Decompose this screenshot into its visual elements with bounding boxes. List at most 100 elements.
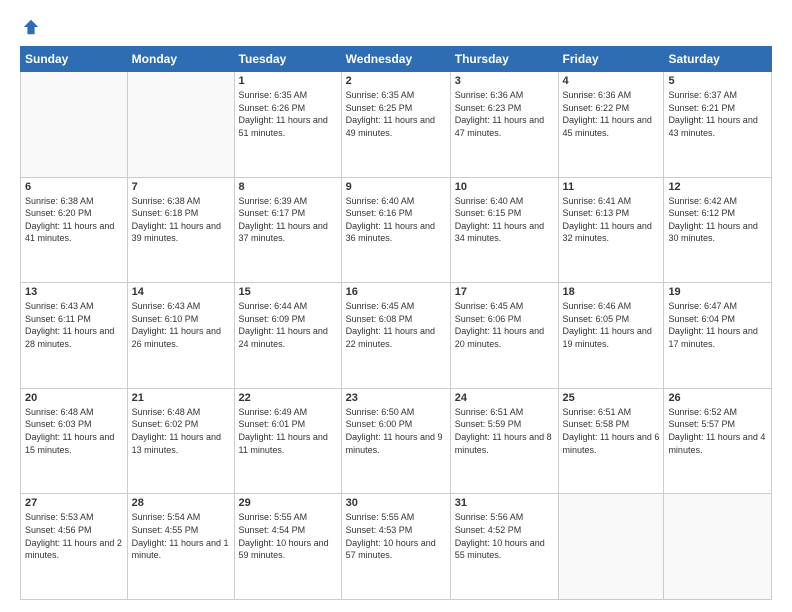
cell-info: Sunrise: 6:51 AM Sunset: 5:58 PM Dayligh… xyxy=(563,406,660,456)
col-header-saturday: Saturday xyxy=(664,47,772,72)
calendar-cell xyxy=(127,72,234,178)
calendar-cell: 22Sunrise: 6:49 AM Sunset: 6:01 PM Dayli… xyxy=(234,388,341,494)
calendar-cell: 24 Sunrise: 6:51 AM Sunset: 5:59 PM Dayli… xyxy=(450,388,558,494)
week-row-3: 20 Sunrise: 6:48 AM Sunset: 6:03 PM Dayli… xyxy=(21,388,772,494)
calendar-cell: 18 Sunrise: 6:46 AM Sunset: 6:05 PM Dayli… xyxy=(558,283,664,389)
cell-info: Sunrise: 6:47 AM Sunset: 6:04 PM Dayligh… xyxy=(668,300,767,350)
calendar-cell: 29 Sunrise: 5:55 AM Sunset: 4:54 PM Dayli… xyxy=(234,494,341,600)
day-number: 17 xyxy=(455,286,554,298)
day-number: 5 xyxy=(668,75,767,87)
cell-info: Sunrise: 6:46 AM Sunset: 6:05 PM Dayligh… xyxy=(563,300,660,350)
cell-info: Sunrise: 6:36 AM Sunset: 6:23 PM Dayligh… xyxy=(455,89,554,139)
week-row-2: 13Sunrise: 6:43 AM Sunset: 6:11 PM Dayli… xyxy=(21,283,772,389)
calendar-cell: 1 Sunrise: 6:35 AM Sunset: 6:26 PM Daylig… xyxy=(234,72,341,178)
calendar-cell: 17 Sunrise: 6:45 AM Sunset: 6:06 PM Dayli… xyxy=(450,283,558,389)
cell-info: Sunrise: 5:55 AM Sunset: 4:54 PM Dayligh… xyxy=(239,511,337,561)
cell-info: Sunrise: 6:37 AM Sunset: 6:21 PM Dayligh… xyxy=(668,89,767,139)
cell-info: Sunrise: 5:56 AM Sunset: 4:52 PM Dayligh… xyxy=(455,511,554,561)
cell-info: Sunrise: 6:35 AM Sunset: 6:26 PM Dayligh… xyxy=(239,89,337,139)
col-header-thursday: Thursday xyxy=(450,47,558,72)
calendar-cell: 16 Sunrise: 6:45 AM Sunset: 6:08 PM Dayli… xyxy=(341,283,450,389)
day-number: 1 xyxy=(239,75,337,87)
calendar-cell: 12Sunrise: 6:42 AM Sunset: 6:12 PM Dayli… xyxy=(664,177,772,283)
day-number: 13 xyxy=(25,286,123,298)
day-number: 23 xyxy=(346,392,446,404)
cell-info: Sunrise: 6:51 AM Sunset: 5:59 PM Dayligh… xyxy=(455,406,554,456)
calendar-cell xyxy=(664,494,772,600)
day-number: 9 xyxy=(346,181,446,193)
week-row-4: 27 Sunrise: 5:53 AM Sunset: 4:56 PM Dayli… xyxy=(21,494,772,600)
calendar-cell: 11Sunrise: 6:41 AM Sunset: 6:13 PM Dayli… xyxy=(558,177,664,283)
cell-info: Sunrise: 6:35 AM Sunset: 6:25 PM Dayligh… xyxy=(346,89,446,139)
calendar-cell: 21 Sunrise: 6:48 AM Sunset: 6:02 PM Dayli… xyxy=(127,388,234,494)
day-number: 29 xyxy=(239,497,337,509)
page: SundayMondayTuesdayWednesdayThursdayFrid… xyxy=(0,0,792,612)
calendar-cell: 31Sunrise: 5:56 AM Sunset: 4:52 PM Dayli… xyxy=(450,494,558,600)
header xyxy=(20,18,772,36)
day-number: 21 xyxy=(132,392,230,404)
cell-info: Sunrise: 6:43 AM Sunset: 6:10 PM Dayligh… xyxy=(132,300,230,350)
logo-icon xyxy=(22,18,40,36)
calendar-cell: 4 Sunrise: 6:36 AM Sunset: 6:22 PM Daylig… xyxy=(558,72,664,178)
calendar-cell: 2 Sunrise: 6:35 AM Sunset: 6:25 PM Daylig… xyxy=(341,72,450,178)
day-number: 14 xyxy=(132,286,230,298)
calendar-cell: 26 Sunrise: 6:52 AM Sunset: 5:57 PM Dayli… xyxy=(664,388,772,494)
day-number: 2 xyxy=(346,75,446,87)
calendar-table: SundayMondayTuesdayWednesdayThursdayFrid… xyxy=(20,46,772,600)
calendar-cell: 6 Sunrise: 6:38 AM Sunset: 6:20 PM Daylig… xyxy=(21,177,128,283)
week-row-0: 1 Sunrise: 6:35 AM Sunset: 6:26 PM Daylig… xyxy=(21,72,772,178)
col-header-tuesday: Tuesday xyxy=(234,47,341,72)
cell-info: Sunrise: 6:36 AM Sunset: 6:22 PM Dayligh… xyxy=(563,89,660,139)
day-number: 19 xyxy=(668,286,767,298)
cell-info: Sunrise: 6:45 AM Sunset: 6:08 PM Dayligh… xyxy=(346,300,446,350)
cell-info: Sunrise: 6:40 AM Sunset: 6:15 PM Dayligh… xyxy=(455,195,554,245)
cell-info: Sunrise: 6:40 AM Sunset: 6:16 PM Dayligh… xyxy=(346,195,446,245)
day-number: 6 xyxy=(25,181,123,193)
calendar-cell xyxy=(558,494,664,600)
calendar-cell: 10 Sunrise: 6:40 AM Sunset: 6:15 PM Dayli… xyxy=(450,177,558,283)
col-header-sunday: Sunday xyxy=(21,47,128,72)
week-row-1: 6 Sunrise: 6:38 AM Sunset: 6:20 PM Daylig… xyxy=(21,177,772,283)
cell-info: Sunrise: 6:52 AM Sunset: 5:57 PM Dayligh… xyxy=(668,406,767,456)
col-header-friday: Friday xyxy=(558,47,664,72)
cell-info: Sunrise: 6:38 AM Sunset: 6:20 PM Dayligh… xyxy=(25,195,123,245)
cell-info: Sunrise: 5:54 AM Sunset: 4:55 PM Dayligh… xyxy=(132,511,230,561)
col-header-monday: Monday xyxy=(127,47,234,72)
day-number: 30 xyxy=(346,497,446,509)
calendar-cell: 27 Sunrise: 5:53 AM Sunset: 4:56 PM Dayli… xyxy=(21,494,128,600)
cell-info: Sunrise: 5:55 AM Sunset: 4:53 PM Dayligh… xyxy=(346,511,446,561)
calendar-cell: 3Sunrise: 6:36 AM Sunset: 6:23 PM Daylig… xyxy=(450,72,558,178)
day-number: 4 xyxy=(563,75,660,87)
calendar-cell: 7Sunrise: 6:38 AM Sunset: 6:18 PM Daylig… xyxy=(127,177,234,283)
day-number: 27 xyxy=(25,497,123,509)
calendar-cell: 14 Sunrise: 6:43 AM Sunset: 6:10 PM Dayli… xyxy=(127,283,234,389)
cell-info: Sunrise: 6:48 AM Sunset: 6:03 PM Dayligh… xyxy=(25,406,123,456)
calendar-cell: 9 Sunrise: 6:40 AM Sunset: 6:16 PM Daylig… xyxy=(341,177,450,283)
day-number: 18 xyxy=(563,286,660,298)
cell-info: Sunrise: 6:38 AM Sunset: 6:18 PM Dayligh… xyxy=(132,195,230,245)
calendar-cell: 19 Sunrise: 6:47 AM Sunset: 6:04 PM Dayli… xyxy=(664,283,772,389)
day-number: 16 xyxy=(346,286,446,298)
calendar-cell: 20 Sunrise: 6:48 AM Sunset: 6:03 PM Dayli… xyxy=(21,388,128,494)
day-number: 26 xyxy=(668,392,767,404)
day-number: 10 xyxy=(455,181,554,193)
calendar-cell: 15Sunrise: 6:44 AM Sunset: 6:09 PM Dayli… xyxy=(234,283,341,389)
calendar-cell: 5 Sunrise: 6:37 AM Sunset: 6:21 PM Daylig… xyxy=(664,72,772,178)
day-number: 24 xyxy=(455,392,554,404)
cell-info: Sunrise: 5:53 AM Sunset: 4:56 PM Dayligh… xyxy=(25,511,123,561)
logo xyxy=(20,18,42,36)
cell-info: Sunrise: 6:48 AM Sunset: 6:02 PM Dayligh… xyxy=(132,406,230,456)
cell-info: Sunrise: 6:50 AM Sunset: 6:00 PM Dayligh… xyxy=(346,406,446,456)
cell-info: Sunrise: 6:45 AM Sunset: 6:06 PM Dayligh… xyxy=(455,300,554,350)
calendar-cell xyxy=(21,72,128,178)
cell-info: Sunrise: 6:42 AM Sunset: 6:12 PM Dayligh… xyxy=(668,195,767,245)
calendar-cell: 23 Sunrise: 6:50 AM Sunset: 6:00 PM Dayli… xyxy=(341,388,450,494)
cell-info: Sunrise: 6:39 AM Sunset: 6:17 PM Dayligh… xyxy=(239,195,337,245)
col-header-wednesday: Wednesday xyxy=(341,47,450,72)
day-number: 20 xyxy=(25,392,123,404)
day-number: 28 xyxy=(132,497,230,509)
calendar-cell: 28 Sunrise: 5:54 AM Sunset: 4:55 PM Dayli… xyxy=(127,494,234,600)
calendar-cell: 25Sunrise: 6:51 AM Sunset: 5:58 PM Dayli… xyxy=(558,388,664,494)
calendar-cell: 8Sunrise: 6:39 AM Sunset: 6:17 PM Daylig… xyxy=(234,177,341,283)
calendar-cell: 30 Sunrise: 5:55 AM Sunset: 4:53 PM Dayli… xyxy=(341,494,450,600)
